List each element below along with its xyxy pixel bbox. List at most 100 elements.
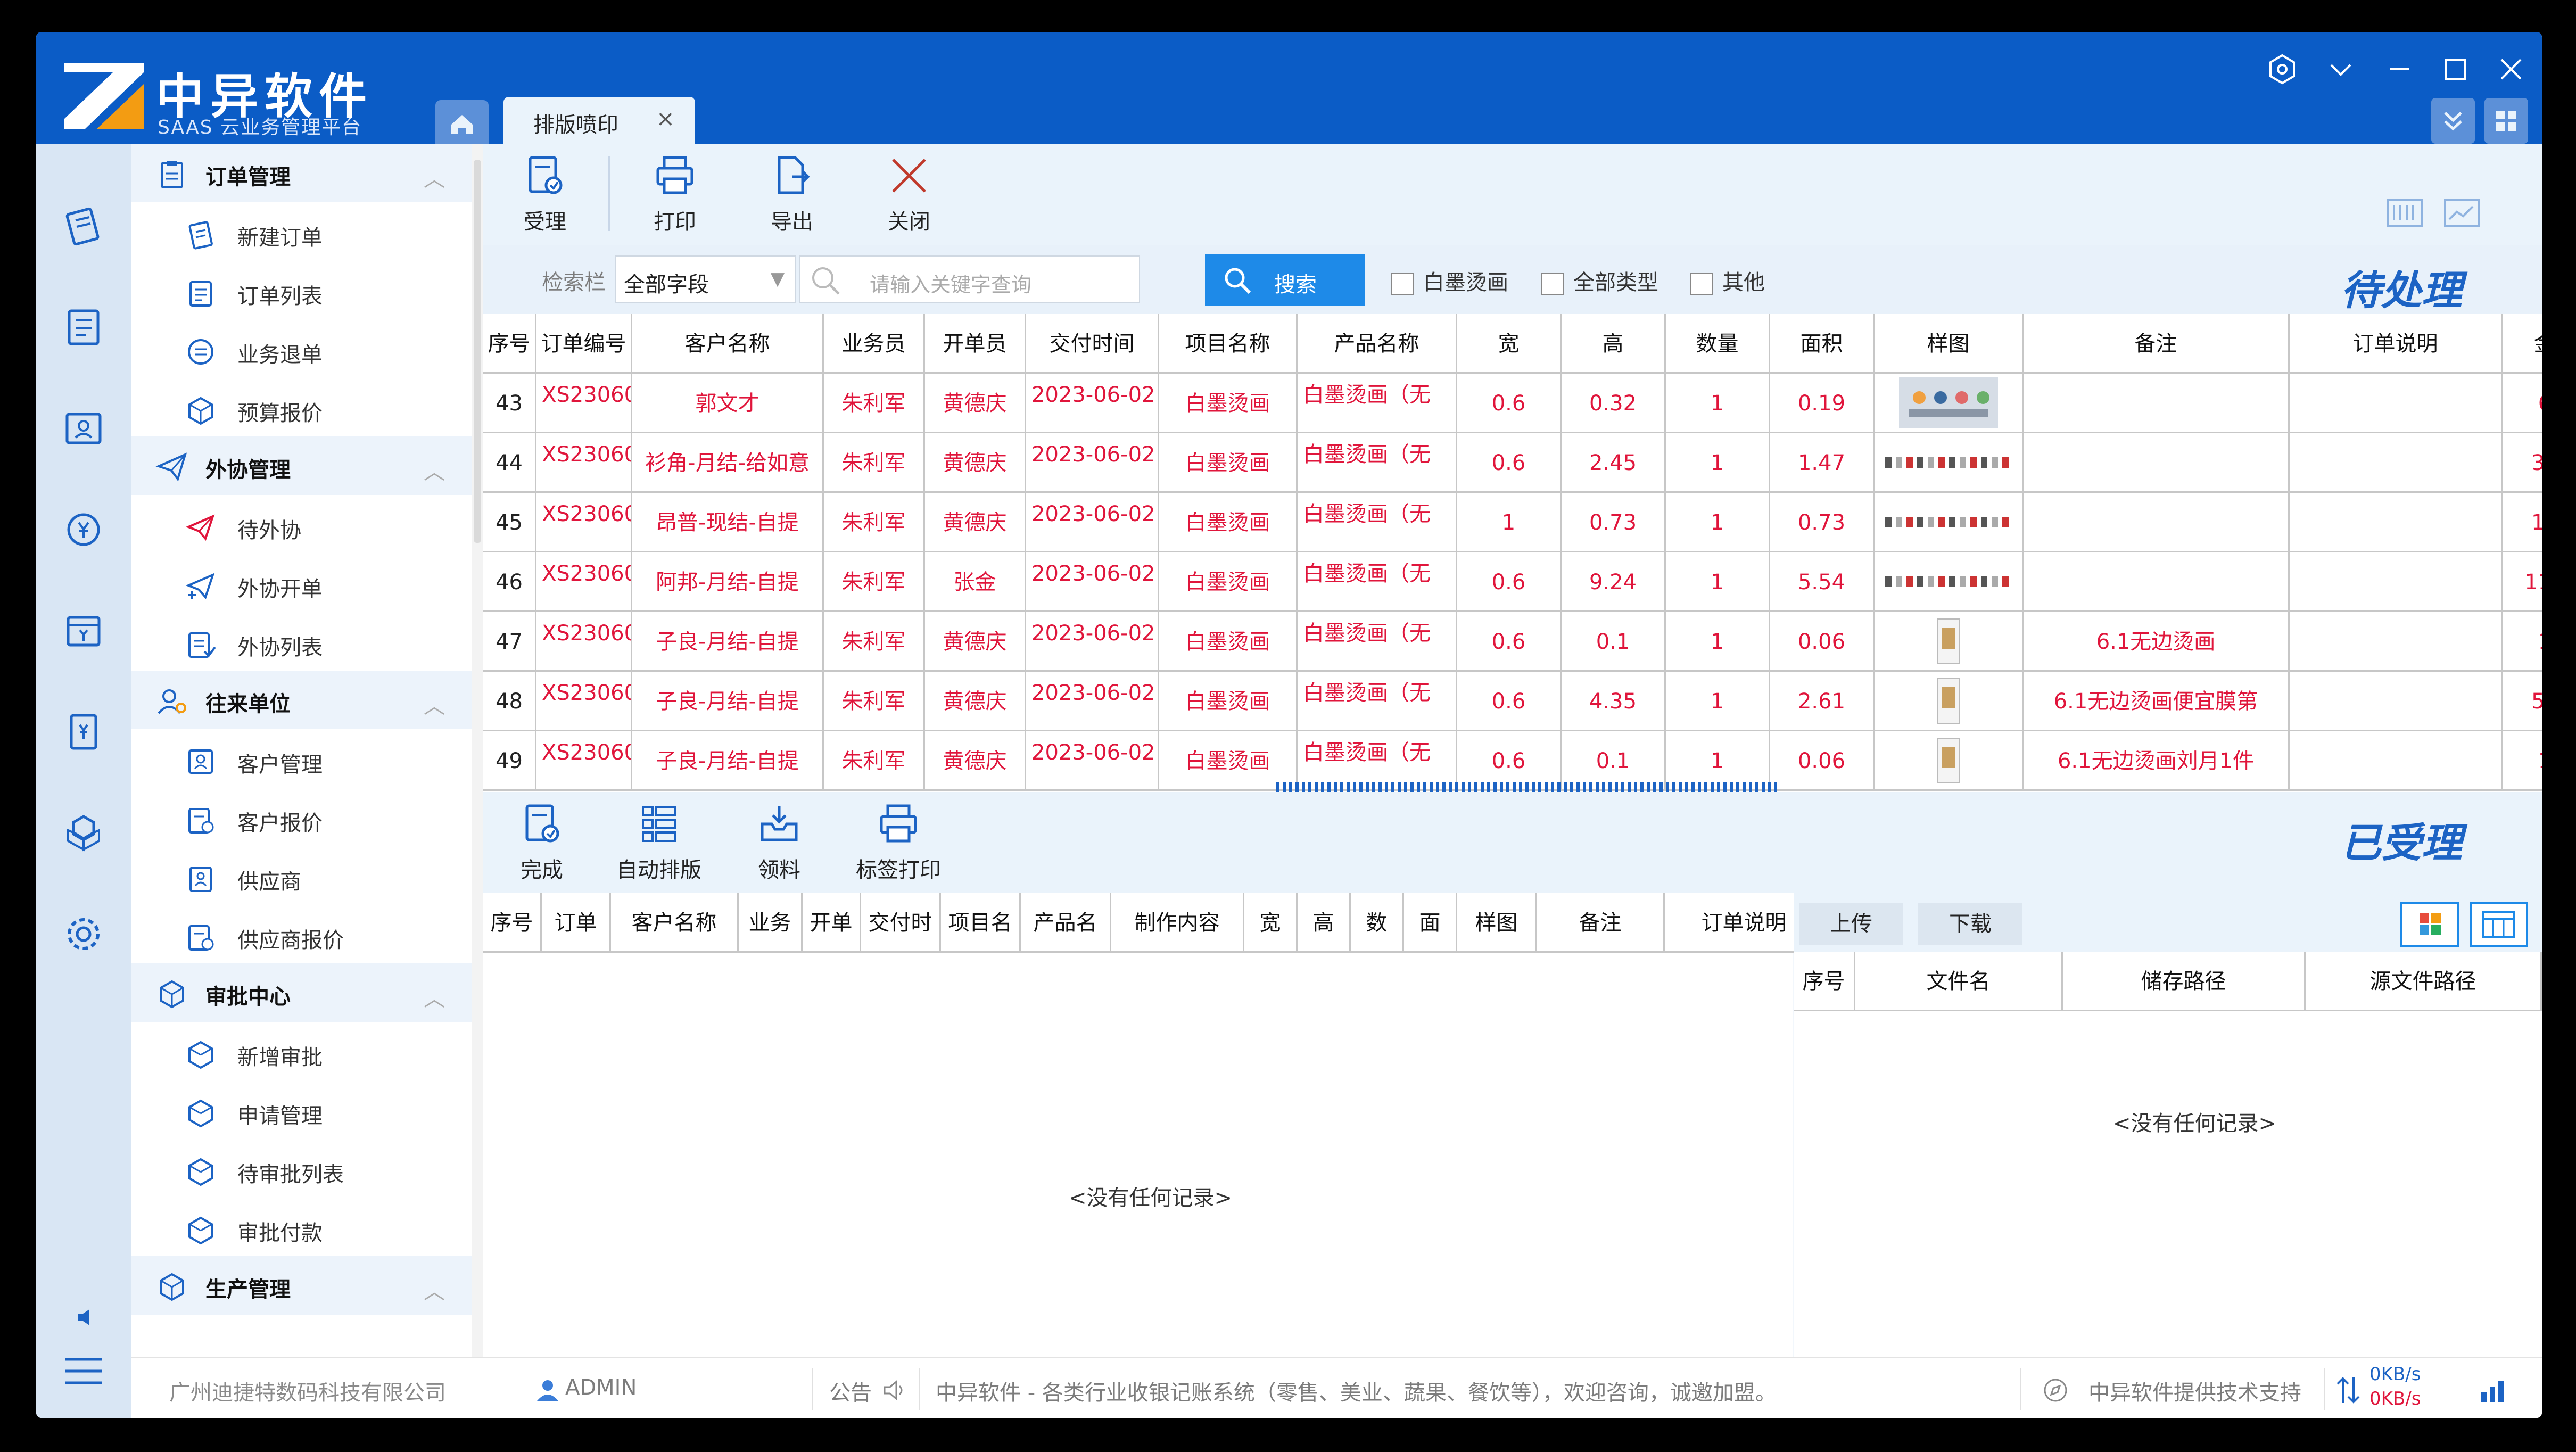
nav-item-pending-outsource[interactable]: 待外协: [131, 495, 472, 554]
rail-orders-icon[interactable]: [60, 202, 108, 250]
pane-splitter[interactable]: [1276, 782, 1777, 792]
column-header[interactable]: 产品名: [1021, 893, 1111, 953]
column-header[interactable]: 交付时间: [1026, 314, 1159, 374]
thumbnail-view-icon[interactable]: [2400, 902, 2459, 947]
column-header[interactable]: 备注: [2024, 314, 2290, 374]
barcode-icon[interactable]: [2383, 192, 2426, 234]
column-header[interactable]: 高: [1562, 314, 1666, 374]
column-header[interactable]: 备注: [1537, 893, 1665, 953]
nav-group-production[interactable]: 生产管理 ︿: [131, 1256, 472, 1315]
chart-icon[interactable]: [2441, 192, 2483, 234]
speaker-icon[interactable]: [60, 1304, 108, 1331]
table-row[interactable]: 46XS230601阿邦-月结-自提朱利军张金2023-06-02白墨烫画白墨烫…: [483, 552, 2542, 612]
table-row[interactable]: 43XS230601郭文才朱利军黄德庆2023-06-02白墨烫画白墨烫画（无0…: [483, 374, 2542, 433]
column-header[interactable]: 宽: [1457, 314, 1562, 374]
column-header[interactable]: 序号: [483, 893, 542, 953]
files-column-header[interactable]: 序号: [1794, 952, 1855, 1011]
checkbox-box[interactable]: [1541, 273, 1564, 295]
collapse-caret-icon[interactable]: ︿: [424, 689, 445, 720]
table-row[interactable]: 47XS230601子良-月结-自提朱利军黄德庆2023-06-02白墨烫画白墨…: [483, 612, 2542, 672]
files-column-header[interactable]: 源文件路径: [2306, 952, 2542, 1011]
search-input[interactable]: 请输入关键字查询: [799, 255, 1140, 303]
rail-list-icon[interactable]: [60, 303, 108, 351]
table-row[interactable]: 44XS230601衫角-月结-给如意朱利军黄德庆2023-06-02白墨烫画白…: [483, 433, 2542, 493]
column-header[interactable]: 样图: [1457, 893, 1537, 953]
files-column-header[interactable]: 储存路径: [2063, 952, 2306, 1011]
collapse-caret-icon[interactable]: ︿: [424, 455, 445, 485]
nav-item-quote[interactable]: 预算报价: [131, 378, 472, 436]
rail-billing-icon[interactable]: [60, 708, 108, 756]
print-button[interactable]: 打印: [632, 152, 717, 237]
column-header[interactable]: 金额: [2503, 314, 2542, 374]
column-header[interactable]: 订单说明: [2290, 314, 2503, 374]
accept-button[interactable]: 受理: [502, 152, 588, 237]
filter-white-ink-checkbox[interactable]: 白墨烫画: [1391, 265, 1508, 296]
nav-scrollbar[interactable]: [472, 144, 483, 1357]
column-header[interactable]: 高: [1298, 893, 1351, 953]
column-header[interactable]: 数量: [1666, 314, 1770, 374]
field-select[interactable]: 全部字段 ▼: [615, 255, 796, 303]
column-header[interactable]: 样图: [1875, 314, 2024, 374]
list-view-icon[interactable]: [2470, 902, 2528, 947]
column-header[interactable]: 订单编号: [536, 314, 632, 374]
checkbox-box[interactable]: [1391, 273, 1414, 295]
nav-item-customer[interactable]: 客户管理: [131, 729, 472, 788]
files-column-header[interactable]: 文件名: [1855, 952, 2063, 1011]
filter-other-checkbox[interactable]: 其他: [1690, 265, 1765, 296]
column-header[interactable]: 客户名称: [611, 893, 739, 953]
rail-settings-icon[interactable]: [60, 910, 108, 958]
column-header[interactable]: 数: [1351, 893, 1404, 953]
table-row[interactable]: 45XS230601昂普-现结-自提朱利军黄德庆2023-06-02白墨烫画白墨…: [483, 493, 2542, 552]
nav-item-pending-approval[interactable]: 待审批列表: [131, 1139, 472, 1198]
tab-close-icon[interactable]: ×: [656, 105, 675, 131]
search-button[interactable]: 搜索: [1205, 254, 1365, 306]
signal-bars-icon[interactable]: [2478, 1376, 2507, 1405]
column-header[interactable]: 开单: [803, 893, 861, 953]
collapse-caret-icon[interactable]: ︿: [424, 981, 445, 1012]
materials-button[interactable]: 领料: [737, 801, 822, 886]
close-button[interactable]: 关闭: [866, 152, 952, 237]
column-header[interactable]: 面积: [1770, 314, 1875, 374]
settings-hex-icon[interactable]: [2261, 48, 2303, 90]
column-header[interactable]: 制作内容: [1111, 893, 1244, 953]
menu-icon[interactable]: [60, 1347, 108, 1395]
column-header[interactable]: 客户名称: [632, 314, 824, 374]
rail-cash-icon[interactable]: [60, 607, 108, 655]
checkbox-box[interactable]: [1690, 273, 1713, 295]
nav-item-outsource-order[interactable]: 外协开单: [131, 554, 472, 612]
column-header[interactable]: 开单员: [925, 314, 1026, 374]
collapse-tabs-button[interactable]: [2431, 98, 2475, 144]
download-button[interactable]: 下载: [1918, 903, 2022, 945]
nav-item-supplier-quote[interactable]: 供应商报价: [131, 905, 472, 963]
upload-button[interactable]: 上传: [1799, 903, 1903, 945]
minimize-icon[interactable]: [2378, 48, 2421, 90]
nav-scroll-thumb[interactable]: [474, 160, 481, 543]
rail-finance-icon[interactable]: [60, 506, 108, 554]
chevron-down-icon[interactable]: [2319, 48, 2362, 90]
collapse-caret-icon[interactable]: ︿: [424, 162, 445, 193]
rail-products-icon[interactable]: [60, 809, 108, 857]
column-header[interactable]: 业务员: [824, 314, 925, 374]
export-button[interactable]: 导出: [749, 152, 835, 237]
column-header[interactable]: 序号: [483, 314, 536, 374]
complete-button[interactable]: 完成: [499, 801, 584, 886]
collapse-caret-icon[interactable]: ︿: [424, 1274, 445, 1305]
nav-item-order-list[interactable]: 订单列表: [131, 261, 472, 319]
nav-group-orders[interactable]: 订单管理 ︿: [131, 144, 472, 202]
table-row[interactable]: 48XS230601子良-月结-自提朱利军黄德庆2023-06-02白墨烫画白墨…: [483, 672, 2542, 731]
nav-item-supplier[interactable]: 供应商: [131, 846, 472, 905]
filter-all-types-checkbox[interactable]: 全部类型: [1541, 265, 1658, 296]
tab-layout-printing[interactable]: 排版喷印 ×: [503, 97, 695, 144]
column-header[interactable]: 项目名: [941, 893, 1021, 953]
nav-item-new-approval[interactable]: 新增审批: [131, 1022, 472, 1080]
column-header[interactable]: 业务: [739, 893, 803, 953]
label-print-button[interactable]: 标签打印: [856, 801, 941, 886]
maximize-icon[interactable]: [2434, 48, 2476, 90]
column-header[interactable]: 宽: [1244, 893, 1298, 953]
tab-grid-button[interactable]: [2484, 98, 2528, 144]
column-header[interactable]: 订单: [542, 893, 611, 953]
nav-group-contacts[interactable]: 往来单位 ︿: [131, 671, 472, 729]
column-header[interactable]: 产品名称: [1298, 314, 1457, 374]
close-window-icon[interactable]: [2490, 48, 2532, 90]
nav-item-customer-quote[interactable]: 客户报价: [131, 788, 472, 846]
